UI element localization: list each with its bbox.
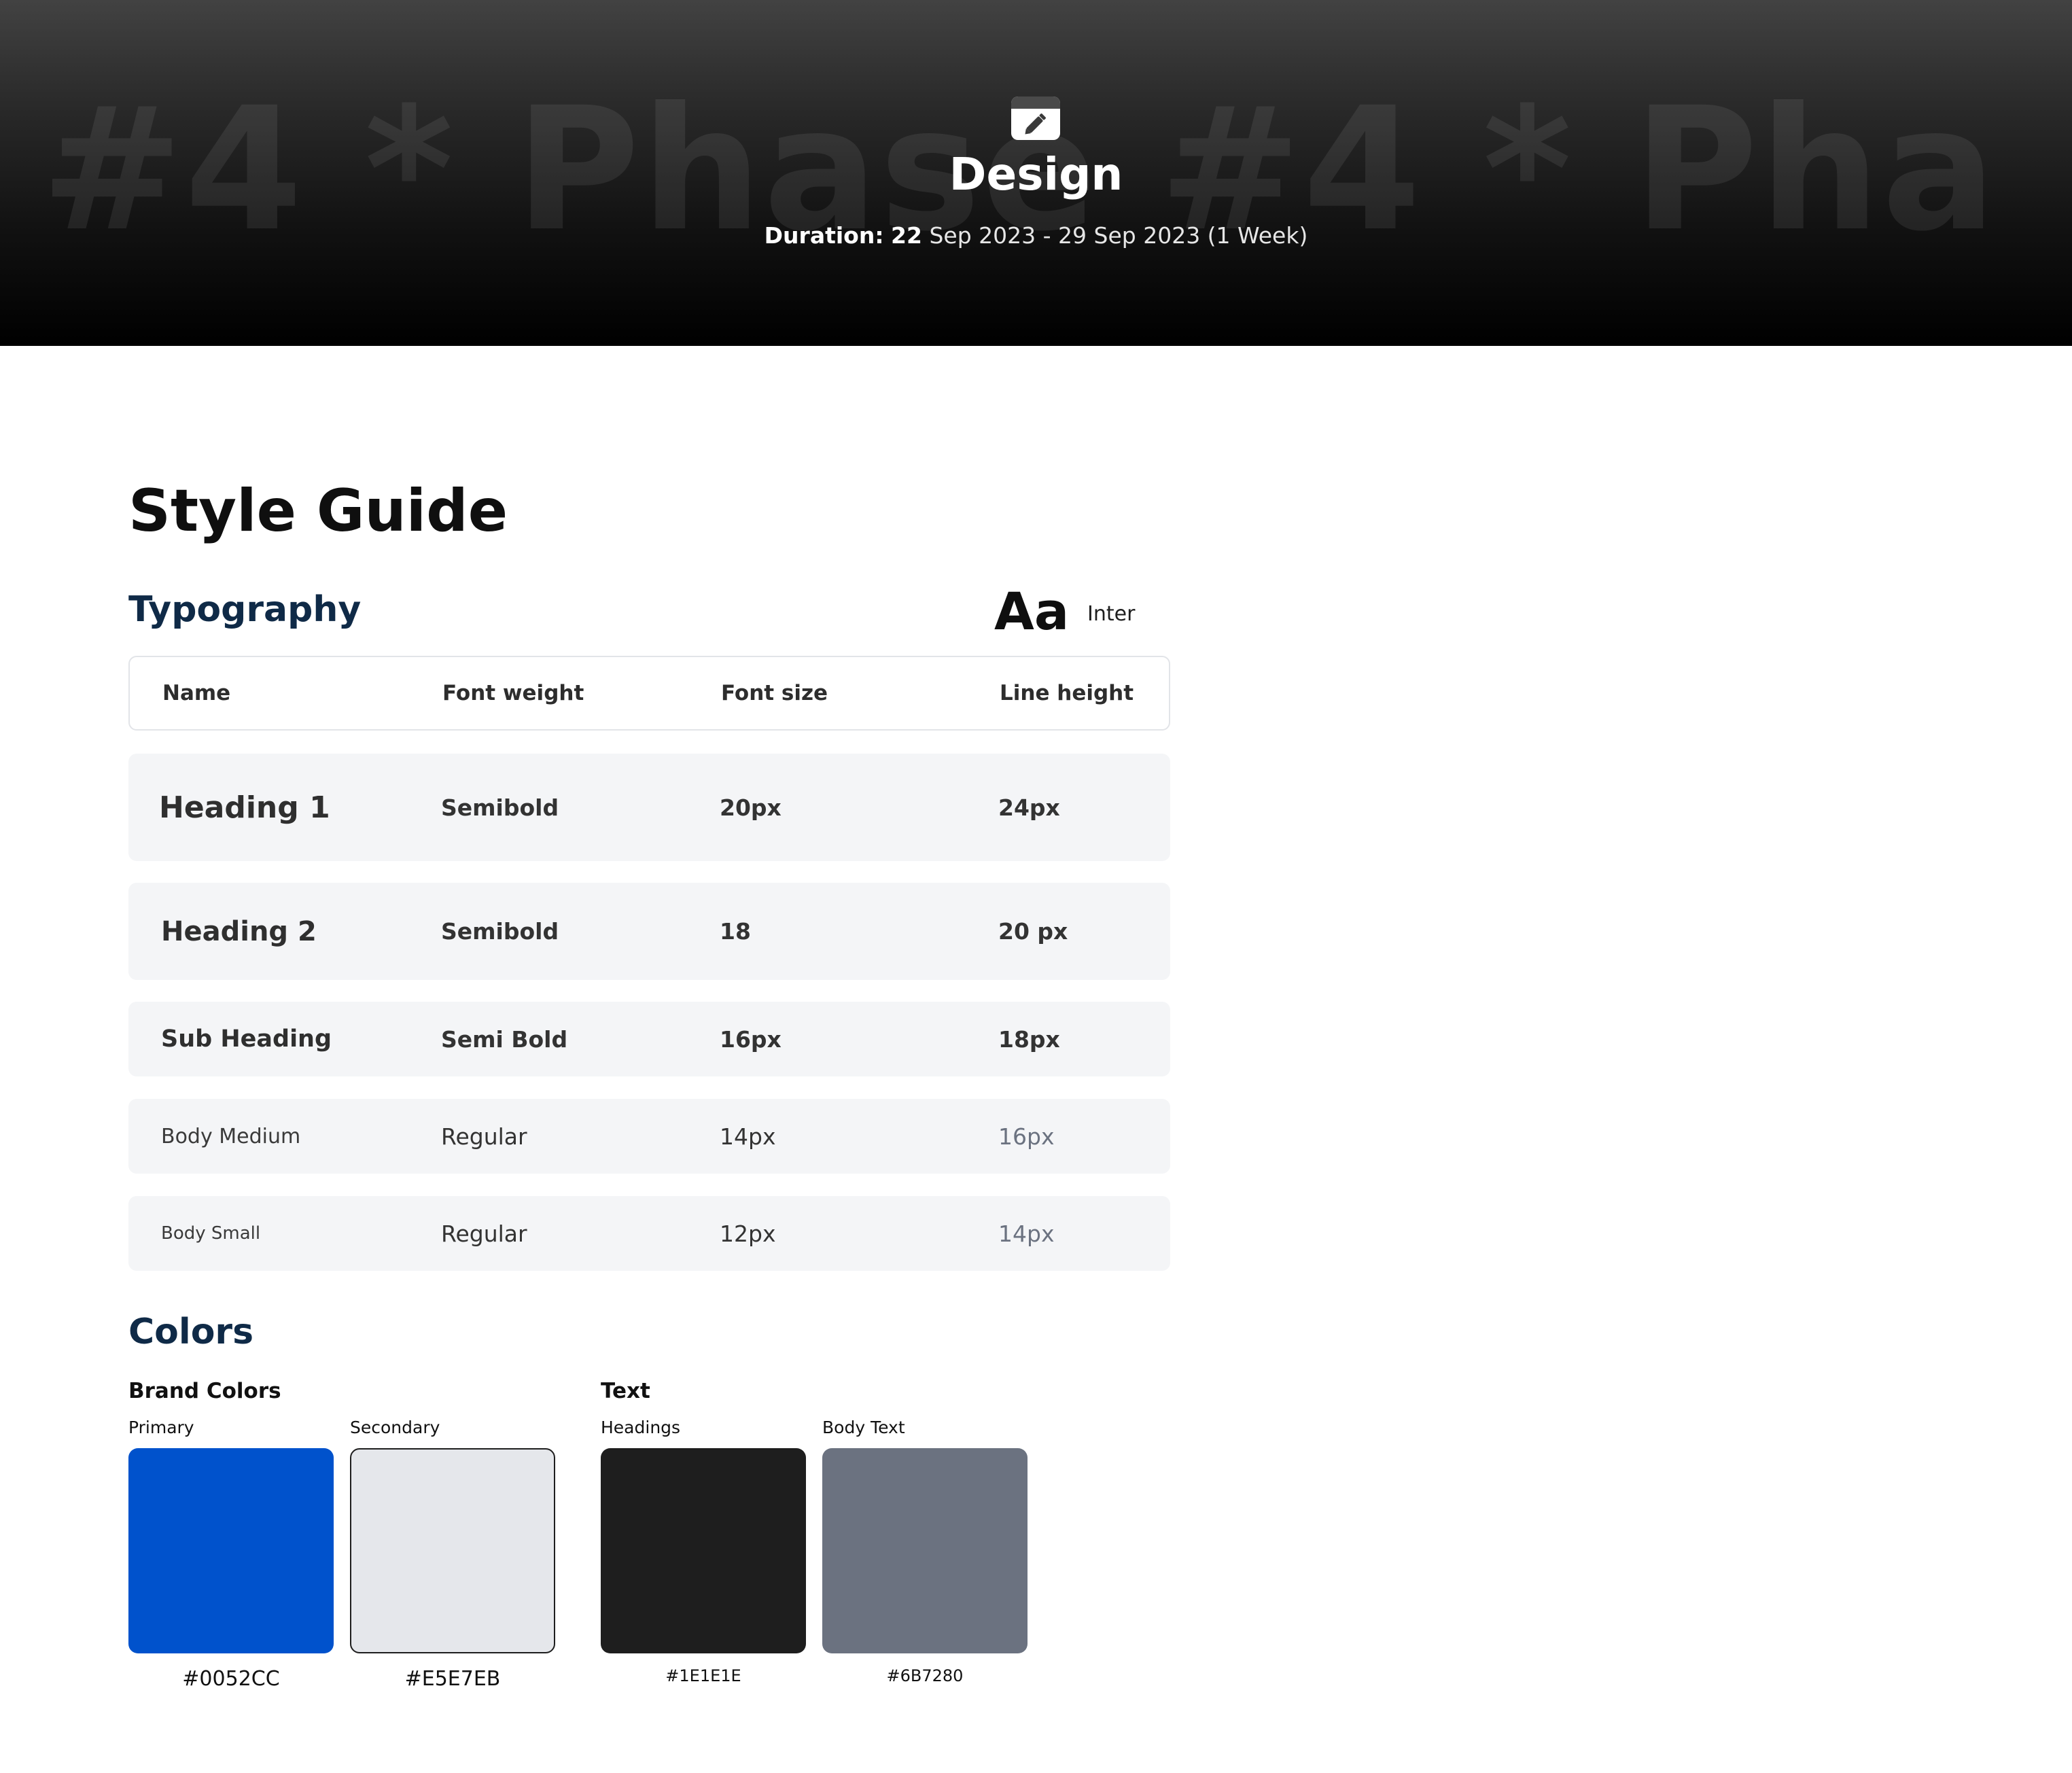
row-font-size: 20px: [720, 794, 782, 821]
primary-color-swatch: [128, 1448, 334, 1653]
secondary-label: Secondary: [350, 1418, 440, 1437]
colors-heading: Colors: [128, 1312, 254, 1352]
column-header-name: Name: [162, 681, 231, 705]
row-name: Heading 2: [161, 915, 317, 947]
column-header-font-weight: Font weight: [442, 681, 584, 705]
duration-start-day: 22: [891, 222, 922, 249]
duration-label: Duration:: [764, 222, 884, 249]
typography-table-header: Name Font weight Font size Line height: [128, 656, 1170, 731]
phase-duration: Duration: 22 Sep 2023 - 29 Sep 2023 (1 W…: [0, 219, 2072, 253]
row-line-height: 24px: [998, 794, 1060, 821]
column-header-font-size: Font size: [721, 681, 828, 705]
headings-color-swatch: [601, 1448, 806, 1653]
phase-title: Design: [949, 148, 1123, 200]
row-font-size: 18: [720, 918, 751, 945]
row-font-weight: Semibold: [441, 794, 559, 821]
font-family-name: Inter: [1087, 602, 1136, 626]
row-font-weight: Regular: [441, 1123, 527, 1150]
row-font-size: 16px: [720, 1025, 782, 1053]
primary-hex: #0052CC: [182, 1667, 280, 1691]
secondary-hex: #E5E7EB: [404, 1667, 501, 1691]
body-text-label: Body Text: [822, 1418, 905, 1437]
headings-hex: #1E1E1E: [665, 1666, 741, 1685]
font-sample: Aa: [994, 581, 1070, 642]
row-name: Heading 1: [159, 790, 330, 825]
row-font-size: 14px: [720, 1123, 776, 1150]
phase-banner: #4 * Phase #4 * Pha Design Duration: 22 …: [0, 0, 2072, 346]
page-title: Style Guide: [128, 477, 508, 545]
table-row: Heading 2 Semibold 18 20 px: [128, 883, 1170, 980]
primary-label: Primary: [128, 1418, 194, 1437]
body-text-hex: #6B7280: [886, 1666, 964, 1685]
row-font-weight: Semi Bold: [441, 1025, 568, 1053]
table-row: Body Small Regular 12px 14px: [128, 1196, 1170, 1271]
brand-colors-label: Brand Colors: [128, 1379, 281, 1403]
duration-range: Sep 2023 - 29 Sep 2023 (1 Week): [929, 222, 1308, 249]
row-line-height: 18px: [998, 1025, 1060, 1053]
pencil-calendar-icon: [1011, 96, 1060, 140]
headings-label: Headings: [601, 1418, 681, 1437]
row-name: Sub Heading: [161, 1025, 332, 1053]
text-colors-label: Text: [601, 1379, 650, 1403]
table-row: Heading 1 Semibold 20px 24px: [128, 754, 1170, 861]
typography-heading: Typography: [128, 589, 362, 630]
row-font-weight: Regular: [441, 1220, 527, 1247]
secondary-color-swatch: [350, 1448, 555, 1653]
table-row: Body Medium Regular 14px 16px: [128, 1099, 1170, 1174]
body-text-color-swatch: [822, 1448, 1028, 1653]
column-header-line-height: Line height: [1000, 681, 1134, 705]
row-line-height: 16px: [998, 1123, 1055, 1150]
row-line-height: 20 px: [998, 918, 1068, 945]
row-name: Body Small: [161, 1223, 261, 1244]
row-name: Body Medium: [161, 1124, 301, 1148]
row-font-size: 12px: [720, 1220, 776, 1247]
row-line-height: 14px: [998, 1220, 1055, 1247]
row-font-weight: Semibold: [441, 918, 559, 945]
table-row: Sub Heading Semi Bold 16px 18px: [128, 1002, 1170, 1076]
